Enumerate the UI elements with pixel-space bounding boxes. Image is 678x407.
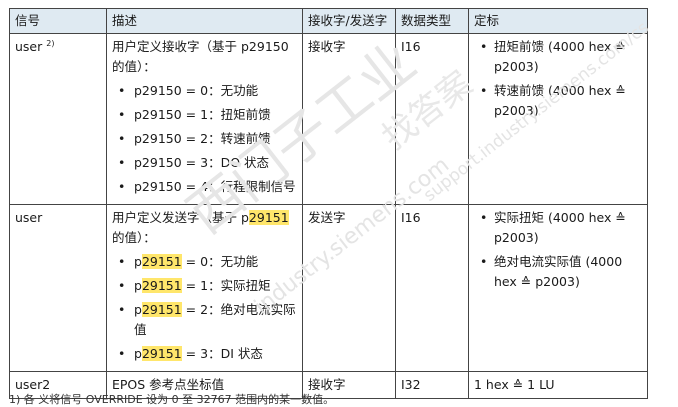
header-signal: 信号 [9,8,107,34]
scaling-list: 扭矩前馈 (4000 hex ≙ p2003) 转速前馈 (4000 hex ≙… [474,37,642,121]
text-span: p [134,254,142,269]
description-list: p29151 = 0：无功能 p29151 = 1：实际扭矩 p29151 = … [112,252,297,364]
list-item: 实际扭矩 (4000 hex ≙ p2003) [480,208,642,248]
list-item: 绝对电流实际值 (4000 hex ≙ p2003) [480,252,642,292]
header-scaling: 定标 [468,8,648,34]
document-page: 信号 描述 接收字/发送字 数据类型 定标 user 2) 用户定义接收字（基于… [0,0,678,403]
text-span: = 1：实际扭矩 [181,278,271,293]
data-type-cell: I32 [395,371,469,399]
list-item: p29150 = 1：扭矩前馈 [118,105,297,125]
signal-cell: user [9,204,107,372]
header-data-type: 数据类型 [395,8,469,34]
scaling-cell: 1 hex ≙ 1 LU [468,371,648,399]
list-item: p29150 = 2：转速前馈 [118,129,297,149]
list-item: p29150 = 3：DO 状态 [118,153,297,173]
data-type-cell: I16 [395,204,469,372]
header-rx-tx: 接收字/发送字 [302,8,396,34]
text-span: p [134,278,142,293]
description-intro: 用户定义接收字（基于 p29150 的值）： [112,39,289,74]
highlighted-text: 29151 [141,302,182,317]
text-span: 用户定义发送字（基于 p [112,210,249,225]
list-item: p29151 = 3：DI 状态 [118,344,297,364]
list-item: 转速前馈 (4000 hex ≙ p2003) [480,81,642,121]
list-item: p29150 = 4：行程限制信号 [118,177,297,197]
table-row: user 用户定义发送字（基于 p29151 的值）： p29151 = 0：无… [9,204,648,372]
highlighted-text: 29151 [141,254,182,269]
text-span: p [134,346,142,361]
signal-table: 信号 描述 接收字/发送字 数据类型 定标 user 2) 用户定义接收字（基于… [9,8,648,399]
list-item: p29151 = 2：绝对电流实际值 [118,300,297,340]
highlighted-text: 29151 [248,210,289,225]
text-span: p [134,302,142,317]
signal-cell: user 2) [9,33,107,205]
list-item: p29151 = 0：无功能 [118,252,297,272]
list-item: p29150 = 0：无功能 [118,81,297,101]
table-row: user 2) 用户定义接收字（基于 p29150 的值）： p29150 = … [9,33,648,205]
description-intro: 用户定义发送字（基于 p29151 的值）： [112,208,297,248]
scaling-list: 实际扭矩 (4000 hex ≙ p2003) 绝对电流实际值 (4000 he… [474,208,642,292]
scaling-cell: 扭矩前馈 (4000 hex ≙ p2003) 转速前馈 (4000 hex ≙… [468,33,648,205]
header-description: 描述 [106,8,303,34]
list-item: p29151 = 1：实际扭矩 [118,276,297,296]
footnote: 1) 各 义将信号 OVERRIDE 设为 0 至 32767 范围内的某一数值… [9,393,335,406]
highlighted-text: 29151 [141,346,182,361]
description-list: p29150 = 0：无功能 p29150 = 1：扭矩前馈 p29150 = … [112,81,297,197]
rx-tx-cell: 接收字 [302,33,396,205]
scaling-cell: 实际扭矩 (4000 hex ≙ p2003) 绝对电流实际值 (4000 he… [468,204,648,372]
footnote-ref: 2) [46,38,55,48]
signal-name: user [15,39,43,54]
description-cell: 用户定义接收字（基于 p29150 的值）： p29150 = 0：无功能 p2… [106,33,303,205]
table-header-row: 信号 描述 接收字/发送字 数据类型 定标 [9,8,648,34]
data-type-cell: I16 [395,33,469,205]
rx-tx-cell: 发送字 [302,204,396,372]
highlighted-text: 29151 [141,278,182,293]
text-span: = 3：DI 状态 [181,346,263,361]
text-span: 的值）： [112,230,156,245]
list-item: 扭矩前馈 (4000 hex ≙ p2003) [480,37,642,77]
description-cell: 用户定义发送字（基于 p29151 的值）： p29151 = 0：无功能 p2… [106,204,303,372]
text-span: = 0：无功能 [181,254,259,269]
